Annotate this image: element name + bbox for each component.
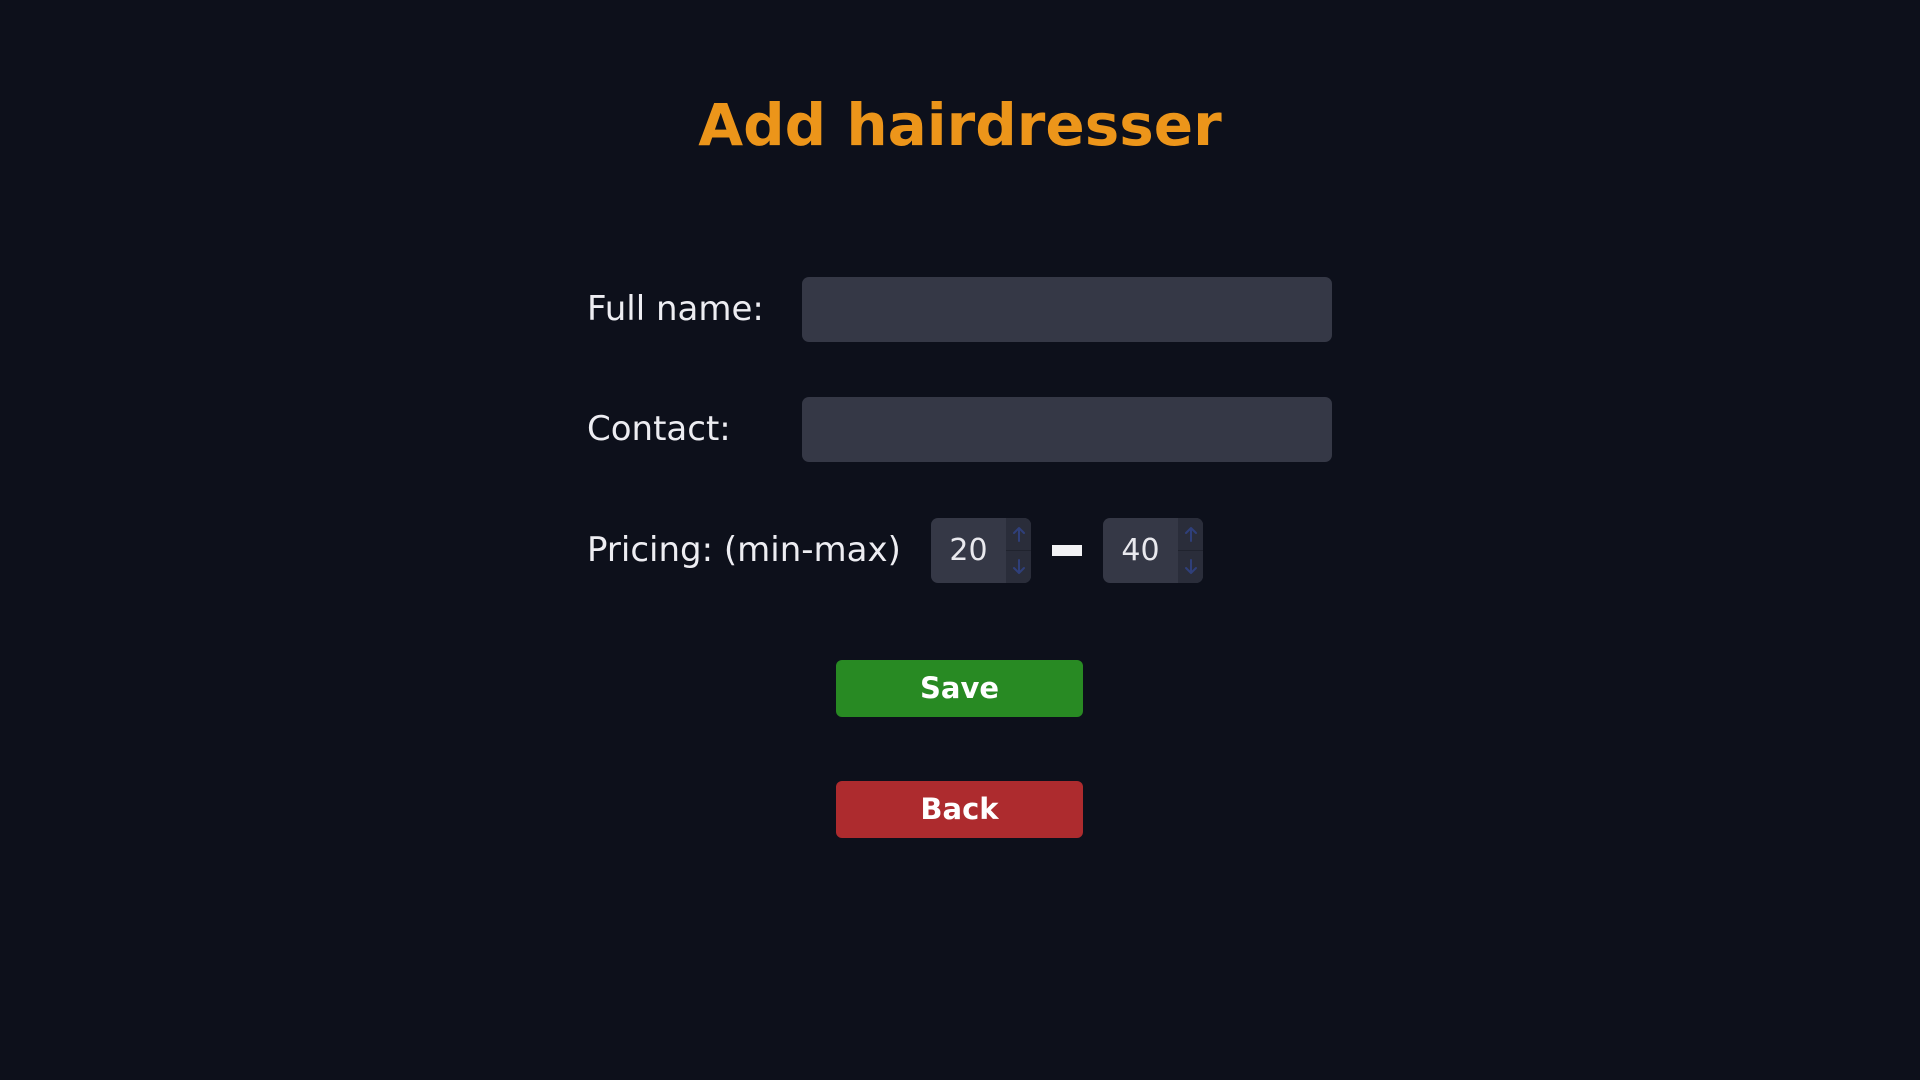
contact-input[interactable]	[802, 397, 1332, 462]
pricing-min-stepper-buttons	[1006, 518, 1031, 583]
pricing-max-stepper-buttons	[1178, 518, 1203, 583]
pricing-max-value[interactable]: 40	[1103, 518, 1178, 583]
full-name-label: Full name:	[587, 289, 764, 329]
range-separator	[1052, 545, 1082, 556]
back-button[interactable]: Back	[836, 781, 1083, 838]
page-title: Add hairdresser	[698, 91, 1222, 159]
pricing-max-increment-button[interactable]	[1178, 518, 1203, 551]
arrow-up-icon	[1184, 527, 1197, 542]
add-hairdresser-page: Add hairdresser Full name: Contact: Pric…	[0, 0, 1920, 1080]
save-button[interactable]: Save	[836, 660, 1083, 717]
arrow-up-icon	[1012, 527, 1025, 542]
pricing-max-stepper[interactable]: 40	[1103, 518, 1203, 583]
full-name-input[interactable]	[802, 277, 1332, 342]
contact-label: Contact:	[587, 409, 731, 449]
pricing-min-stepper[interactable]: 20	[931, 518, 1031, 583]
pricing-min-decrement-button[interactable]	[1006, 551, 1031, 583]
arrow-down-icon	[1012, 559, 1025, 574]
arrow-down-icon	[1184, 559, 1197, 574]
pricing-min-increment-button[interactable]	[1006, 518, 1031, 551]
pricing-min-value[interactable]: 20	[931, 518, 1006, 583]
pricing-max-decrement-button[interactable]	[1178, 551, 1203, 583]
pricing-label: Pricing: (min-max)	[587, 530, 901, 570]
